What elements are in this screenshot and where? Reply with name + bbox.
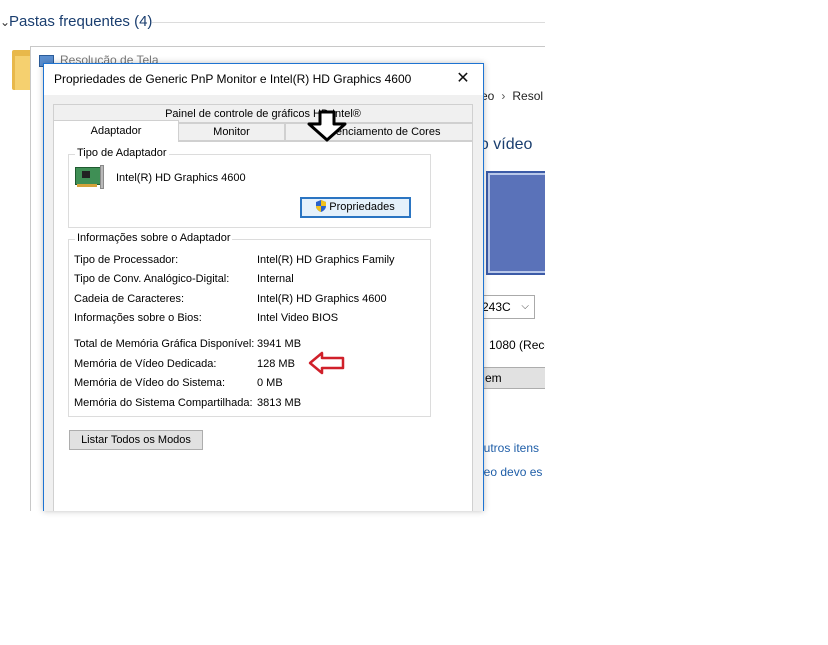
display-select[interactable]: 243C ⌵ [475, 295, 535, 319]
total-memory-value: 3941 MB [257, 338, 302, 350]
adapter-string-value: Intel(R) HD Graphics 4600 [257, 293, 387, 305]
dedicated-memory-value: 128 MB [257, 358, 295, 370]
dedicated-memory-label: Memória de Vídeo Dedicada: [74, 358, 217, 370]
breadcrumb[interactable]: eo › Resol [481, 89, 543, 103]
adapter-name: Intel(R) HD Graphics 4600 [116, 172, 246, 184]
uac-shield-icon [316, 200, 327, 212]
monitor-preview[interactable] [486, 171, 545, 275]
system-video-memory-value: 0 MB [257, 377, 283, 389]
bios-info-label: Informações sobre o Bios: [74, 312, 202, 324]
resolution-select[interactable]: 1080 (Reco [487, 335, 545, 355]
tab-monitor[interactable]: Monitor [178, 123, 285, 141]
other-items-link[interactable]: outros itens [477, 441, 539, 455]
shared-memory-label: Memória do Sistema Compartilhada: [74, 397, 253, 409]
adapter-string-label: Cadeia de Caracteres: [74, 293, 185, 305]
chevron-down-icon: ⌵ [521, 301, 529, 312]
dialog-title: Propriedades de Generic PnP Monitor e In… [54, 72, 412, 86]
tab-adapter[interactable]: Adaptador [53, 120, 179, 142]
list-all-modes-button[interactable]: Listar Todos os Modos [69, 430, 203, 450]
folder-icon[interactable] [12, 50, 32, 90]
processor-type-value: Intel(R) HD Graphics Family [257, 254, 395, 266]
adapter-tab-panel: Tipo de Adaptador Intel(R) HD Graphics 4… [53, 141, 473, 511]
breadcrumb-separator-icon: › [501, 89, 506, 103]
shared-memory-value: 3813 MB [257, 397, 302, 409]
dac-type-label: Tipo de Conv. Analógico-Digital: [74, 273, 230, 285]
dac-type-value: Internal [257, 273, 294, 285]
close-icon[interactable]: ✕ [443, 64, 483, 95]
properties-dialog: Propriedades de Generic PnP Monitor e In… [43, 63, 484, 511]
red-left-arrow-icon [308, 351, 345, 375]
adapter-type-legend: Tipo de Adaptador [75, 147, 169, 159]
black-down-arrow-icon [307, 110, 347, 142]
background-button[interactable]: em [479, 367, 545, 389]
dialog-titlebar[interactable]: Propriedades de Generic PnP Monitor e In… [44, 64, 483, 95]
adapter-info-legend: Informações sobre o Adaptador [75, 232, 233, 244]
properties-button[interactable]: Propriedades [300, 197, 411, 218]
graphics-card-icon [75, 165, 105, 189]
processor-type-label: Tipo de Processador: [74, 254, 179, 266]
adapter-info-group: Informações sobre o Adaptador Tipo de Pr… [68, 232, 431, 417]
section-title: Pastas frequentes (4) [9, 13, 153, 30]
section-divider [152, 22, 545, 23]
system-video-memory-label: Memória de Vídeo do Sistema: [74, 377, 226, 389]
bios-info-value: Intel Video BIOS [257, 312, 339, 324]
total-memory-label: Total de Memória Gráfica Disponível: [74, 338, 255, 350]
adapter-type-group: Tipo de Adaptador Intel(R) HD Graphics 4… [68, 147, 431, 228]
video-help-link[interactable]: deo devo es [477, 465, 542, 479]
frequent-folders-header[interactable]: ⌄ Pastas frequentes (4) [0, 8, 545, 38]
